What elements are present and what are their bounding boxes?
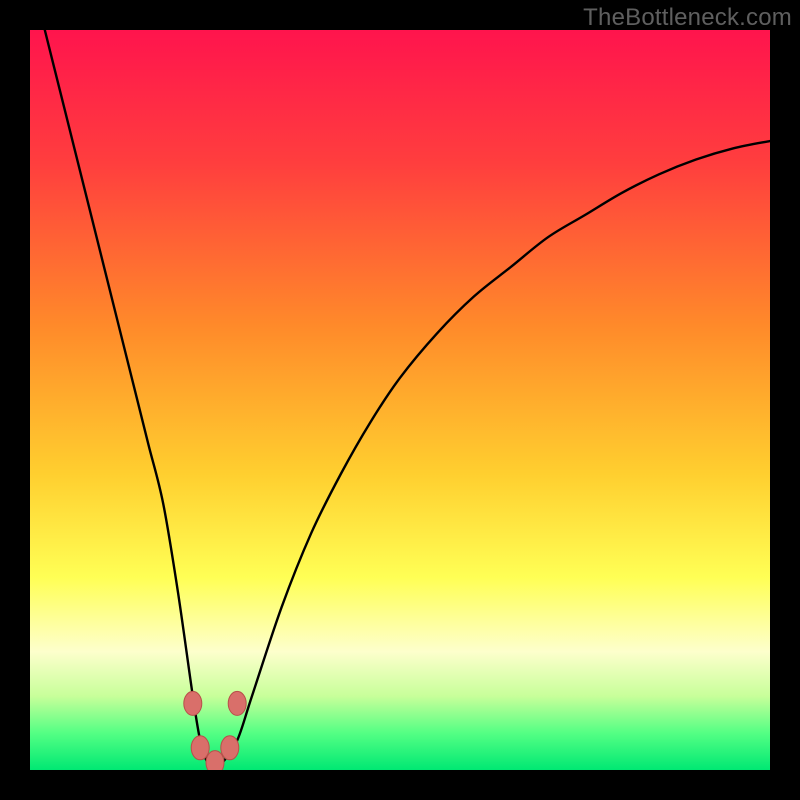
curve-marker: [228, 691, 246, 715]
curve-marker: [184, 691, 202, 715]
watermark-text: TheBottleneck.com: [583, 4, 792, 32]
curve-marker: [206, 751, 224, 770]
curve-marker: [221, 736, 239, 760]
bottleneck-curve: [45, 30, 770, 766]
curve-marker: [191, 736, 209, 760]
chart-frame: TheBottleneck.com: [0, 0, 800, 800]
plot-area: [30, 30, 770, 770]
curve-markers: [184, 691, 246, 770]
curve-layer: [30, 30, 770, 770]
